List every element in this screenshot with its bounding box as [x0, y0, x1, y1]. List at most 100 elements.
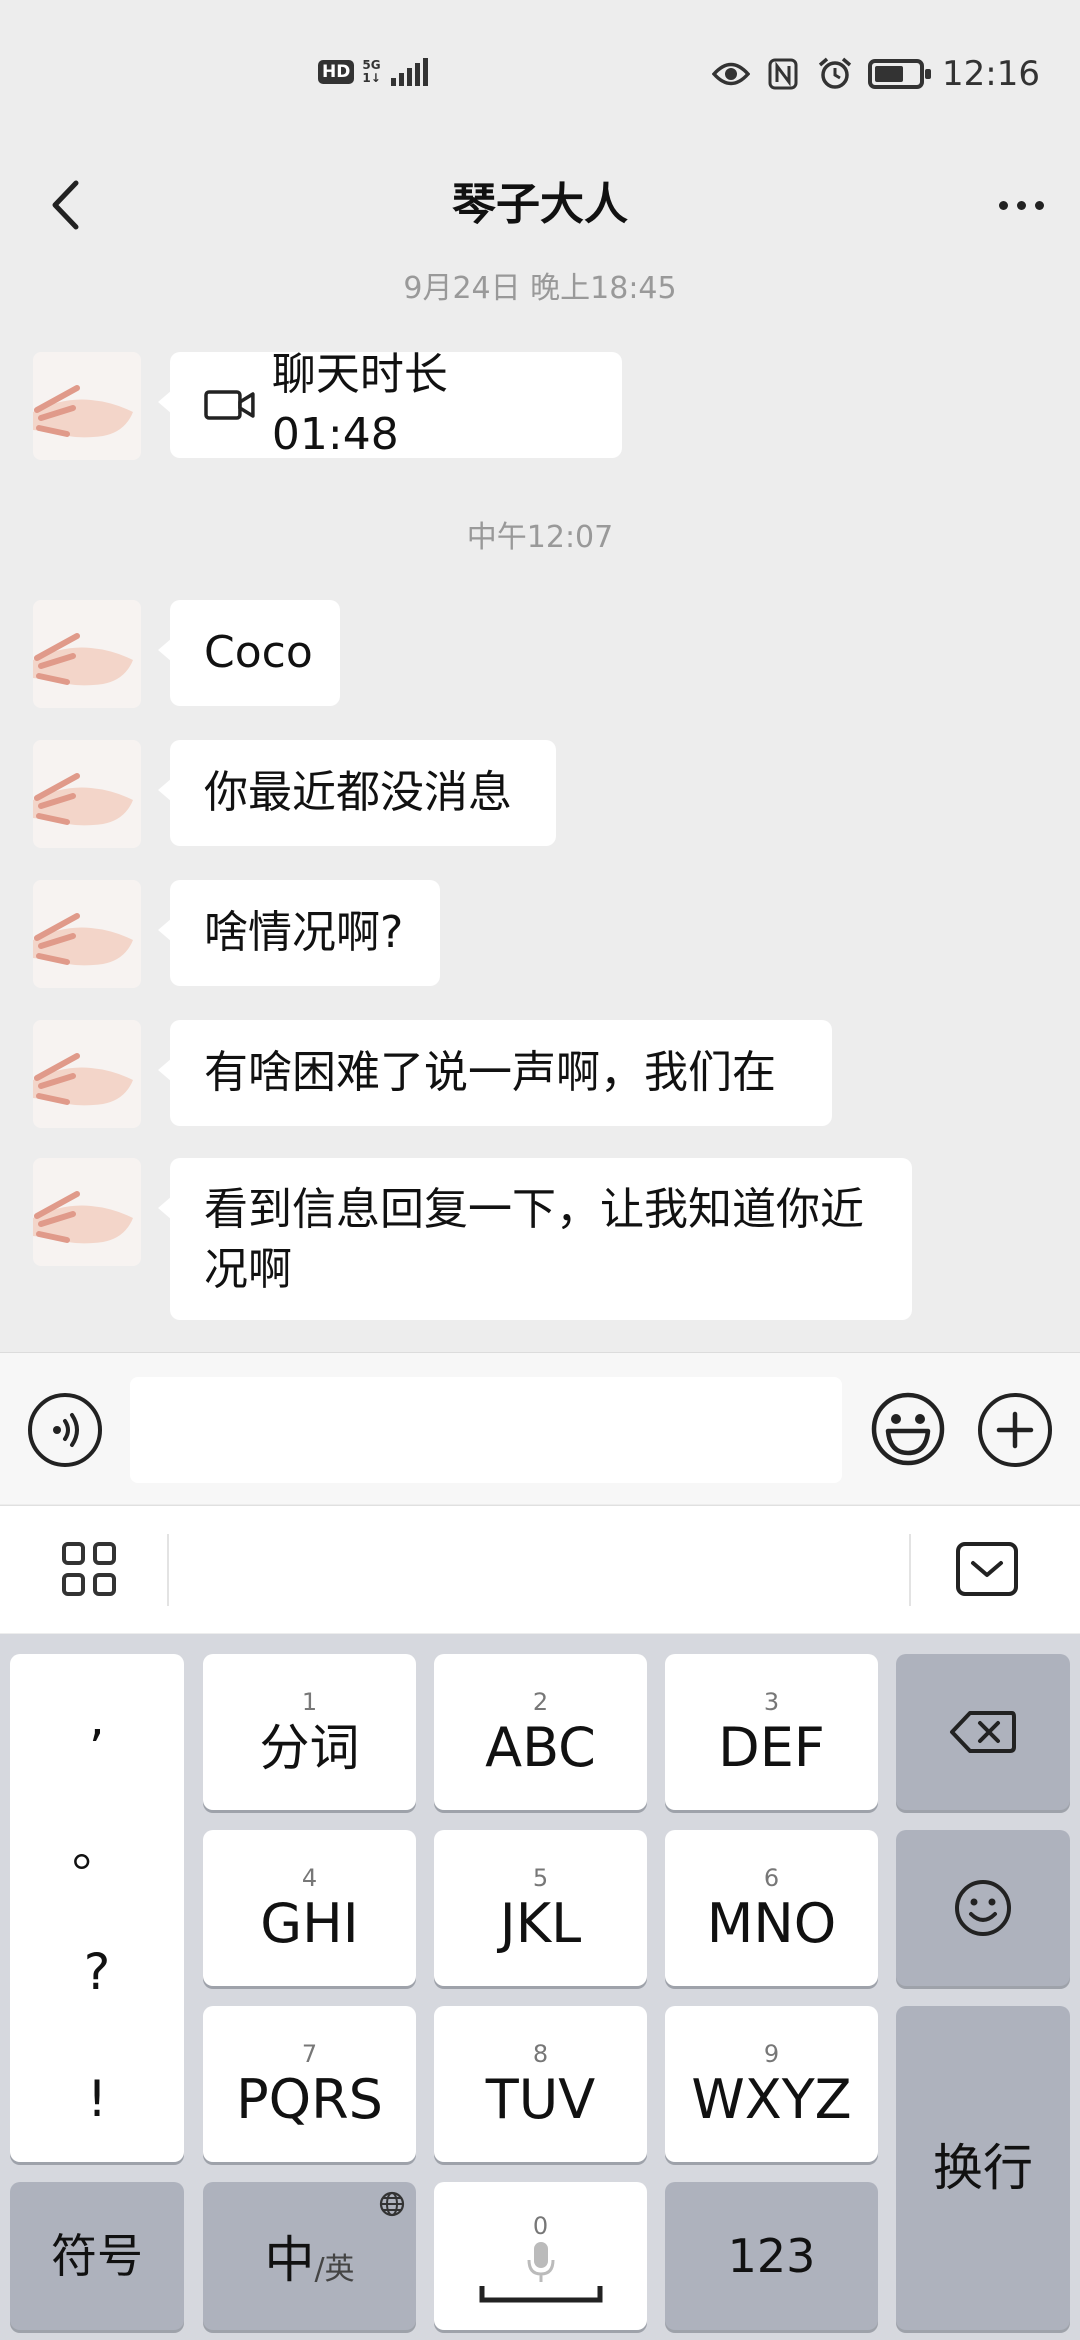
symbol-key-label: 符号: [51, 2229, 143, 2283]
system-status: 12:16: [712, 54, 1040, 94]
key-label: PQRS: [236, 2068, 383, 2131]
hand-avatar-image: [33, 633, 133, 686]
key-number: 4: [301, 1864, 318, 1892]
symbol-key[interactable]: 符号: [10, 2182, 184, 2330]
divider: [909, 1534, 911, 1606]
key-number: 0: [532, 2212, 549, 2240]
status-bar: HD 5G 1↓ 12:16: [0, 0, 1080, 150]
key-1[interactable]: 1 分词: [203, 1654, 416, 1810]
smiley-icon: [871, 1392, 945, 1466]
emoji-button[interactable]: [870, 1391, 946, 1467]
microphone-icon: [527, 2242, 554, 2282]
keyboard-menu-button[interactable]: [62, 1542, 116, 1596]
language-switch-key[interactable]: 中 /英: [203, 2182, 416, 2330]
nfc-icon: [764, 55, 802, 93]
key-7[interactable]: 7 PQRS: [203, 2006, 416, 2162]
avatar[interactable]: [33, 740, 141, 848]
network-type: 5G 1↓: [362, 59, 380, 85]
key-3[interactable]: 3 DEF: [665, 1654, 878, 1810]
hide-keyboard-button[interactable]: [956, 1542, 1018, 1596]
divider: [167, 1534, 169, 1606]
keyboard: , 。 ? ! 1 分词 2 ABC 3 DEF 4 GHI 5 JKL 6 M…: [0, 1634, 1080, 2340]
key-label: JKL: [499, 1892, 582, 1955]
chevron-down-icon: [971, 1561, 1003, 1577]
enter-key[interactable]: 换行: [896, 2006, 1070, 2330]
hand-avatar-image: [33, 385, 133, 438]
network-status: HD 5G 1↓: [318, 58, 428, 86]
nav-bar: 琴子大人: [0, 150, 1080, 260]
voice-input-button[interactable]: [28, 1393, 102, 1467]
key-number: 3: [763, 1688, 780, 1716]
plus-icon: [996, 1411, 1034, 1449]
call-record-bubble[interactable]: 聊天时长 01:48: [158, 349, 622, 460]
key-number: 8: [532, 2040, 549, 2068]
hand-avatar-image: [33, 913, 133, 966]
key-number: 1: [301, 1688, 318, 1716]
punct-key-period[interactable]: 。: [10, 1781, 184, 1908]
hd-badge: HD: [318, 60, 355, 84]
avatar[interactable]: [33, 352, 141, 460]
hand-avatar-image: [33, 1191, 133, 1244]
number-mode-key[interactable]: 123: [665, 2182, 878, 2330]
backspace-icon: [950, 1711, 1016, 1753]
message-text-line: 况啊: [204, 1244, 292, 1295]
message-input[interactable]: [130, 1377, 842, 1483]
lang-main-label: 中: [264, 2231, 315, 2289]
key-label: WXYZ: [691, 2068, 852, 2131]
key-number: 9: [763, 2040, 780, 2068]
message-bubble[interactable]: 有啥困难了说一声啊，我们在: [158, 1020, 832, 1126]
key-number: 6: [763, 1864, 780, 1892]
message-text: 你最近都没消息: [204, 767, 512, 818]
message-bubble[interactable]: 你最近都没消息: [158, 740, 556, 846]
avatar[interactable]: [33, 1158, 141, 1266]
number-key-label: 123: [727, 2229, 816, 2283]
key-9[interactable]: 9 WXYZ: [665, 2006, 878, 2162]
hand-avatar-image: [33, 773, 133, 826]
more-functions-button[interactable]: [978, 1393, 1052, 1467]
voice-icon: [53, 1413, 79, 1447]
key-label: TUV: [485, 2068, 596, 2131]
message-bubble[interactable]: 看到信息回复一下，让我知道你近 况啊: [158, 1158, 912, 1320]
message-bubble[interactable]: 啥情况啊?: [158, 880, 440, 986]
key-number: 7: [301, 2040, 318, 2068]
enter-key-label: 换行: [933, 2139, 1033, 2197]
message-bubble[interactable]: Coco: [158, 600, 340, 706]
key-5[interactable]: 5 JKL: [434, 1830, 647, 1986]
call-duration-text: 聊天时长 01:48: [271, 349, 448, 460]
key-label: DEF: [718, 1716, 825, 1779]
avatar[interactable]: [33, 600, 141, 708]
network-type-bottom: 1↓: [362, 71, 381, 85]
key-label: GHI: [260, 1892, 359, 1955]
key-2[interactable]: 2 ABC: [434, 1654, 647, 1810]
hand-avatar-image: [33, 1053, 133, 1106]
key-8[interactable]: 8 TUV: [434, 2006, 647, 2162]
punctuation-column: , 。 ? !: [10, 1654, 184, 2162]
timestamp: 9月24日 晚上18:45: [403, 271, 677, 306]
message-text: Coco: [204, 627, 313, 678]
smiley-icon: [955, 1880, 1011, 1936]
lang-sub-label: /英: [314, 2252, 355, 2287]
space-bar-icon: [479, 2286, 602, 2303]
backspace-key[interactable]: [896, 1654, 1070, 1810]
more-options-button[interactable]: [986, 170, 1056, 240]
grid-icon: [62, 1542, 85, 1565]
signal-icon: [390, 58, 428, 86]
punct-key-exclaim[interactable]: !: [10, 2035, 184, 2162]
key-number: 5: [532, 1864, 549, 1892]
message-text-line: 看到信息回复一下，让我知道你近: [204, 1184, 864, 1235]
punct-key-question[interactable]: ?: [10, 1908, 184, 2035]
chat-title: 琴子大人: [452, 179, 628, 230]
avatar[interactable]: [33, 1020, 141, 1128]
input-bar: [0, 1352, 1080, 1504]
clock: 12:16: [942, 54, 1040, 94]
key-6[interactable]: 6 MNO: [665, 1830, 878, 1986]
space-key[interactable]: 0: [434, 2182, 647, 2330]
emoji-key[interactable]: [896, 1830, 1070, 1986]
video-call-icon: [204, 390, 255, 420]
more-dots-icon: [998, 200, 1008, 210]
timestamp: 中午12:07: [466, 520, 614, 555]
key-4[interactable]: 4 GHI: [203, 1830, 416, 1986]
punct-key-comma[interactable]: ,: [10, 1654, 184, 1781]
keyboard-toolbar: [0, 1505, 1080, 1633]
avatar[interactable]: [33, 880, 141, 988]
